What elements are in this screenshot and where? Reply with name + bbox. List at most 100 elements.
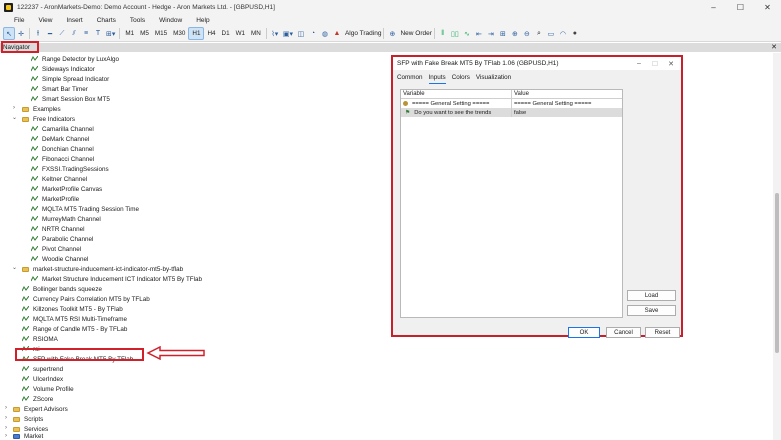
new-order-icon[interactable]: ⊕	[386, 27, 398, 40]
tree-item[interactable]: Woodie Channel	[30, 254, 88, 264]
ok-button[interactable]: OK	[568, 327, 600, 338]
dialog-close-icon[interactable]: ✕	[663, 57, 679, 70]
scrollbar-thumb[interactable]	[775, 193, 779, 353]
chat-icon[interactable]: ▭	[545, 27, 557, 40]
tree-item[interactable]: Fibonacci Channel	[30, 154, 94, 164]
trend-line-icon[interactable]: ⟋	[56, 27, 68, 40]
tree-item[interactable]: MarketProfile	[30, 194, 79, 204]
timeframe-m1[interactable]: M1	[122, 27, 137, 40]
menu-tools[interactable]: Tools	[123, 17, 152, 24]
vertical-line-icon[interactable]: ⫲	[32, 27, 44, 40]
tree-item[interactable]: MurreyMath Channel	[30, 214, 101, 224]
chevron-down-icon[interactable]: ⌄	[12, 114, 17, 121]
tree-item[interactable]: supertrend	[21, 364, 63, 374]
fibo-icon[interactable]: ≡	[80, 27, 92, 40]
tree-item[interactable]: Range of Candle MT5 - By TFLab	[21, 324, 127, 334]
table-row[interactable]: ===== General Setting ===== ===== Genera…	[401, 99, 622, 108]
dialog-maximize-icon[interactable]: ☐	[647, 57, 663, 70]
table-row[interactable]: ⚑ Do you want to see the trends false	[401, 108, 622, 117]
chevron-right-icon[interactable]: ›	[5, 405, 7, 411]
tree-item[interactable]: FXSSI.TradingSessions	[30, 164, 109, 174]
tree-item[interactable]: Parabolic Channel	[30, 234, 93, 244]
chart-bars-icon[interactable]: ⫴	[437, 27, 449, 40]
save-button[interactable]: Save	[627, 305, 676, 316]
tab-common[interactable]: Common	[397, 74, 423, 84]
crosshair-icon[interactable]: ✛	[15, 27, 27, 40]
tree-item[interactable]: RSIOMA	[21, 334, 58, 344]
shapes-icon[interactable]: ⊞▾	[104, 27, 117, 40]
chevron-right-icon[interactable]: ›	[13, 105, 15, 111]
column-variable[interactable]: Variable	[401, 90, 512, 98]
tree-item[interactable]: MarketProfile Canvas	[30, 184, 102, 194]
tree-folder[interactable]: Expert Advisors	[13, 404, 68, 414]
tree-item[interactable]: Currency Pairs Correlation MT5 by TFLab	[21, 294, 150, 304]
horizontal-line-icon[interactable]: ━	[44, 27, 56, 40]
menu-window[interactable]: Window	[152, 17, 189, 24]
tree-folder[interactable]: market-structure-inducement-ict-indicato…	[22, 264, 183, 274]
chart-line-icon[interactable]: ∿	[461, 27, 473, 40]
market-icon[interactable]: ◍	[319, 27, 331, 40]
chart-shift-icon[interactable]: ⇥	[485, 27, 497, 40]
channel-icon[interactable]: ⫽	[68, 27, 80, 40]
cursor-icon[interactable]: ↖	[3, 27, 15, 40]
menu-insert[interactable]: Insert	[59, 17, 89, 24]
zoom-out-icon[interactable]: ⊖	[521, 27, 533, 40]
tab-colors[interactable]: Colors	[452, 74, 470, 84]
algo-trading-button[interactable]: Algo Trading	[345, 30, 382, 37]
tree-item[interactable]: Simple Spread Indicator	[30, 74, 109, 84]
tree-item[interactable]: Smart Bar Timer	[30, 84, 88, 94]
chart-autoscroll-icon[interactable]: ⇤	[473, 27, 485, 40]
menu-file[interactable]: File	[0, 17, 31, 24]
chart-candles-icon[interactable]: ▯▯	[449, 27, 461, 40]
tree-item[interactable]: Smart Session Box MT5	[30, 94, 110, 104]
tree-item[interactable]: Keltner Channel	[30, 174, 87, 184]
tree-folder[interactable]: Scripts	[13, 414, 43, 424]
new-order-button[interactable]: New Order	[400, 30, 431, 37]
zoom-in-icon[interactable]: ⊕	[509, 27, 521, 40]
account-icon[interactable]: ●	[569, 27, 581, 40]
timeframe-mn[interactable]: MN	[248, 27, 264, 40]
dialog-minimize-icon[interactable]: –	[631, 57, 647, 70]
close-button[interactable]: ✕	[754, 0, 781, 15]
minimize-button[interactable]: –	[700, 0, 727, 15]
chevron-right-icon[interactable]: ›	[5, 415, 7, 421]
tree-item[interactable]: MQLTA MT5 Trading Session Time	[30, 204, 139, 214]
tree-folder[interactable]: Free Indicators	[22, 114, 75, 124]
menu-help[interactable]: Help	[189, 17, 216, 24]
timeframe-m5[interactable]: M5	[137, 27, 152, 40]
timeframe-m30[interactable]: M30	[170, 27, 188, 40]
ide-icon[interactable]: ◫	[295, 27, 307, 40]
chevron-right-icon[interactable]: ›	[5, 425, 7, 431]
load-button[interactable]: Load	[627, 290, 676, 301]
tab-inputs[interactable]: Inputs	[428, 74, 446, 84]
templates-icon[interactable]: ▣▾	[281, 27, 295, 40]
tree-item[interactable]: Killzones Toolkit MT5 - By TFlab	[21, 304, 123, 314]
reset-button[interactable]: Reset	[645, 327, 680, 338]
menu-view[interactable]: View	[31, 17, 59, 24]
tree-item[interactable]: Camarilla Channel	[30, 124, 94, 134]
tree-item[interactable]: MQLTA MT5 RSI Multi-Timeframe	[21, 314, 127, 324]
menu-charts[interactable]: Charts	[90, 17, 123, 24]
navigator-close-icon[interactable]: ✕	[771, 43, 777, 52]
tree-item[interactable]: ZScore	[21, 394, 53, 404]
timeframe-h1[interactable]: H1	[188, 27, 205, 40]
column-value[interactable]: Value	[512, 90, 622, 98]
tree-item[interactable]: Range Detector by LuxAlgo	[30, 54, 119, 64]
tree-folder[interactable]: Examples	[22, 104, 61, 114]
alert-icon[interactable]: ◔	[307, 27, 319, 40]
row-value[interactable]: ===== General Setting =====	[512, 99, 622, 108]
row-value[interactable]: false	[512, 108, 622, 117]
timeframe-m15[interactable]: M15	[152, 27, 170, 40]
tree-item[interactable]: Bollinger bands squeeze	[21, 284, 102, 294]
tree-item[interactable]: Sideways Indicator	[30, 64, 95, 74]
tree-item[interactable]: Market Structure Inducement ICT Indicato…	[30, 274, 202, 284]
grid-icon[interactable]: ⊞	[497, 27, 509, 40]
timeframe-d1[interactable]: D1	[219, 27, 233, 40]
timeframe-h4[interactable]: H4	[204, 27, 218, 40]
maximize-button[interactable]: ☐	[727, 0, 754, 15]
search-icon[interactable]: ⌕	[533, 27, 545, 40]
tab-visualization[interactable]: Visualization	[476, 74, 511, 84]
algo-trading-icon[interactable]: ▲	[331, 27, 343, 40]
navigator-scrollbar[interactable]	[773, 53, 781, 440]
cancel-button[interactable]: Cancel	[606, 327, 641, 338]
